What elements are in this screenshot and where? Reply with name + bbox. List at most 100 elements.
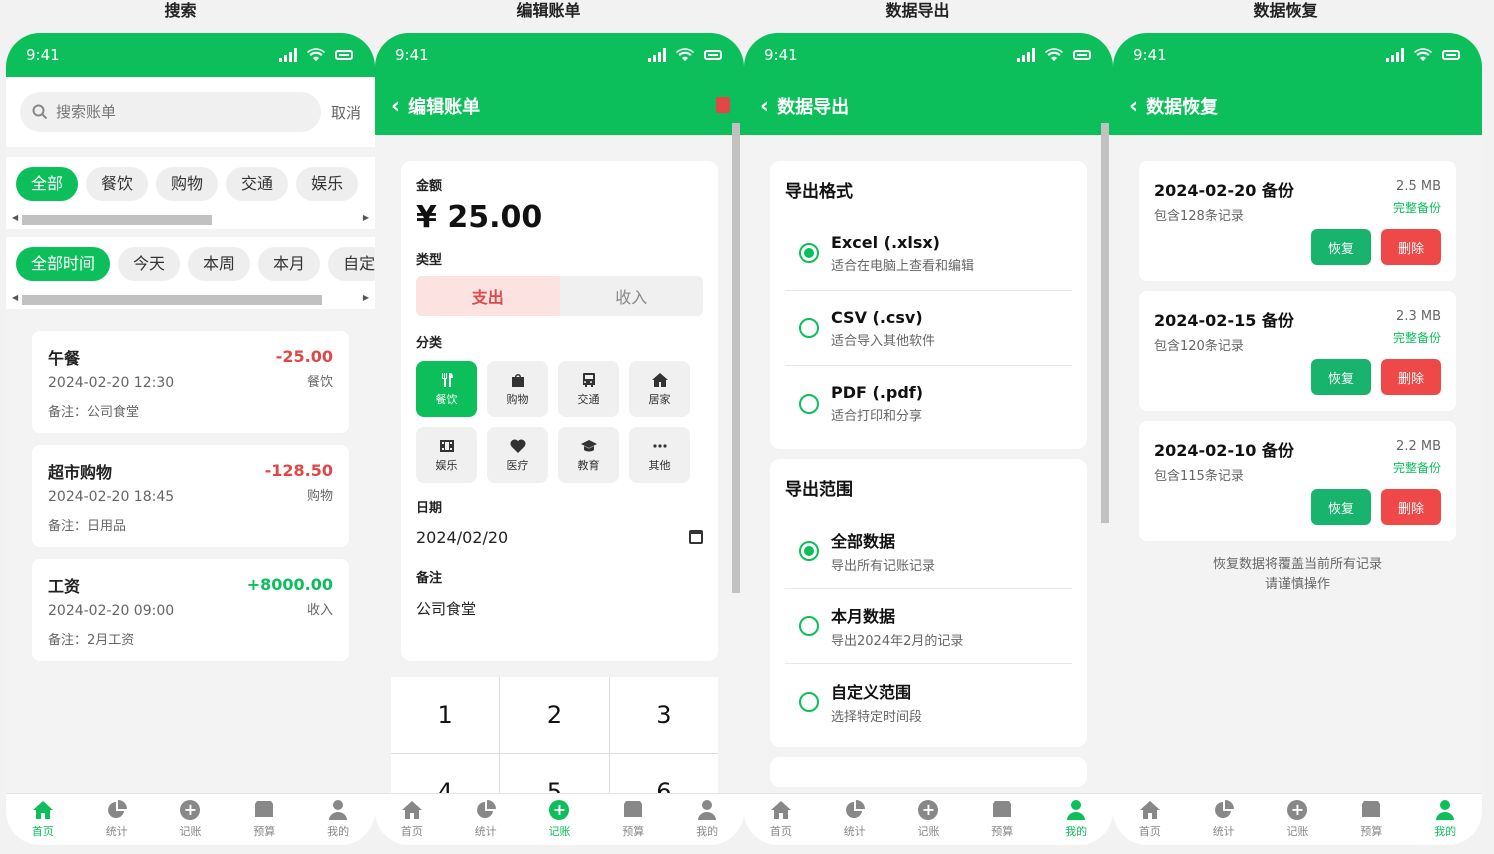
tab-profile[interactable]: 我的 bbox=[1408, 794, 1482, 845]
bill-card[interactable]: 工资 2024-02-20 09:00 备注：2月工资 +8000.00 收入 bbox=[32, 559, 349, 661]
tab-budget[interactable]: 预算 bbox=[965, 794, 1039, 845]
radio[interactable] bbox=[799, 691, 819, 712]
wallet-icon bbox=[253, 800, 275, 820]
user-icon bbox=[696, 800, 718, 820]
format-option-csv[interactable]: CSV (.csv) 适合导入其他软件 bbox=[785, 291, 1072, 366]
tab-home[interactable]: 首页 bbox=[6, 794, 80, 845]
chip-category-shopping[interactable]: 购物 bbox=[156, 167, 219, 201]
tab-stats[interactable]: 统计 bbox=[80, 794, 154, 845]
key-3[interactable]: 3 bbox=[609, 677, 718, 753]
export-format-section: 导出格式 Excel (.xlsx) 适合在电脑上查看和编辑 CSV (.csv)… bbox=[770, 161, 1087, 449]
search-input[interactable] bbox=[56, 103, 256, 121]
tab-budget[interactable]: 预算 bbox=[227, 794, 301, 845]
tab-record[interactable]: + 记账 bbox=[1261, 794, 1335, 845]
status-bar: 9:41 bbox=[1113, 33, 1482, 77]
back-icon[interactable]: ‹ bbox=[760, 94, 769, 119]
restore-button[interactable]: 恢复 bbox=[1311, 359, 1371, 395]
amount-value[interactable]: ¥ 25.00 bbox=[416, 200, 703, 235]
type-income-button[interactable]: 收入 bbox=[560, 276, 704, 316]
backup-card: 2024-02-20 备份 包含128条记录 2.5 MB 完整备份 恢复 删除 bbox=[1139, 161, 1456, 281]
restore-button[interactable]: 恢复 bbox=[1311, 489, 1371, 525]
tab-record[interactable]: + 记账 bbox=[154, 794, 228, 845]
back-icon[interactable]: ‹ bbox=[391, 94, 400, 119]
wifi-icon bbox=[1045, 48, 1063, 61]
date-input[interactable]: 2024/02/20 bbox=[416, 528, 703, 547]
delete-button[interactable]: 删除 bbox=[1381, 359, 1441, 395]
tab-bar: 首页 统计 + 记账 预算 我的 bbox=[375, 793, 744, 845]
screen-label-restore: 数据恢复 bbox=[1253, 1, 1318, 20]
delete-button[interactable]: 删除 bbox=[1381, 489, 1441, 525]
type-expense-button[interactable]: 支出 bbox=[416, 276, 560, 316]
tab-home[interactable]: 首页 bbox=[375, 794, 449, 845]
key-1[interactable]: 1 bbox=[391, 677, 500, 753]
home-icon bbox=[770, 800, 792, 820]
chip-category-all[interactable]: 全部 bbox=[16, 167, 79, 201]
note-input[interactable]: 公司食堂 bbox=[416, 598, 703, 619]
tab-home[interactable]: 首页 bbox=[1113, 794, 1187, 845]
type-toggle: 支出 收入 bbox=[416, 276, 703, 316]
category-education[interactable]: 教育 bbox=[558, 427, 619, 483]
tab-stats[interactable]: 统计 bbox=[1187, 794, 1261, 845]
tab-home[interactable]: 首页 bbox=[744, 794, 818, 845]
format-option-pdf[interactable]: PDF (.pdf) 适合打印和分享 bbox=[785, 366, 1072, 441]
category-medical[interactable]: 医疗 bbox=[487, 427, 548, 483]
chip-period-month[interactable]: 本月 bbox=[258, 247, 321, 281]
tab-profile[interactable]: 我的 bbox=[1039, 794, 1113, 845]
category-other[interactable]: 其他 bbox=[629, 427, 690, 483]
chip-period-today[interactable]: 今天 bbox=[118, 247, 181, 281]
section-title: 导出范围 bbox=[785, 480, 853, 500]
chip-category-entertainment[interactable]: 娱乐 bbox=[296, 167, 359, 201]
range-option-all[interactable]: 全部数据 导出所有记账记录 bbox=[785, 514, 1072, 589]
category-home[interactable]: 居家 bbox=[629, 361, 690, 417]
tab-stats[interactable]: 统计 bbox=[818, 794, 892, 845]
vertical-scrollbar[interactable] bbox=[732, 123, 740, 803]
tab-profile[interactable]: 我的 bbox=[670, 794, 744, 845]
plus-circle-icon: + bbox=[918, 800, 939, 820]
radio-selected[interactable] bbox=[799, 243, 819, 263]
chip-period-week[interactable]: 本周 bbox=[188, 247, 251, 281]
status-time: 9:41 bbox=[764, 46, 798, 64]
chip-category-transport[interactable]: 交通 bbox=[226, 167, 289, 201]
range-option-month[interactable]: 本月数据 导出2024年2月的记录 bbox=[785, 589, 1072, 664]
radio[interactable] bbox=[799, 616, 819, 636]
restore-button[interactable]: 恢复 bbox=[1311, 229, 1371, 265]
back-icon[interactable]: ‹ bbox=[1129, 94, 1138, 119]
range-option-custom[interactable]: 自定义范围 选择特定时间段 bbox=[785, 664, 1072, 739]
chip-category-food[interactable]: 餐饮 bbox=[86, 167, 149, 201]
horizontal-scrollbar[interactable]: ◀ ▶ bbox=[12, 213, 369, 225]
signal-icon bbox=[1386, 48, 1404, 62]
wifi-icon bbox=[676, 48, 694, 61]
bill-card[interactable]: 超市购物 2024-02-20 18:45 备注：日用品 -128.50 购物 bbox=[32, 445, 349, 547]
category-entertainment[interactable]: 娱乐 bbox=[416, 427, 477, 483]
category-transport[interactable]: 交通 bbox=[558, 361, 619, 417]
tab-record[interactable]: + 记账 bbox=[523, 794, 597, 845]
tab-budget[interactable]: 预算 bbox=[1334, 794, 1408, 845]
graduation-cap-icon bbox=[580, 438, 597, 454]
vertical-scrollbar[interactable] bbox=[1101, 123, 1109, 803]
search-box[interactable] bbox=[20, 92, 321, 132]
tab-stats[interactable]: 统计 bbox=[449, 794, 523, 845]
delete-button[interactable]: 删除 bbox=[1381, 229, 1441, 265]
tab-record[interactable]: + 记账 bbox=[892, 794, 966, 845]
backup-size: 2.5 MB bbox=[1396, 179, 1441, 194]
cancel-button[interactable]: 取消 bbox=[331, 102, 361, 123]
category-food[interactable]: 餐饮 bbox=[416, 361, 477, 417]
chip-period-custom[interactable]: 自定 bbox=[328, 247, 375, 281]
category-shopping[interactable]: 购物 bbox=[487, 361, 548, 417]
radio-selected[interactable] bbox=[799, 541, 819, 561]
battery-icon bbox=[335, 50, 353, 60]
radio[interactable] bbox=[799, 393, 819, 414]
phone-edit: 9:41 ‹ 编辑账单 金额 ¥ 25.00 类型 支出 收入 分类 餐饮 购物… bbox=[375, 33, 744, 845]
utensils-icon bbox=[439, 372, 455, 388]
bill-card[interactable]: 午餐 2024-02-20 12:30 备注：公司食堂 -25.00 餐饮 bbox=[32, 331, 349, 433]
calendar-icon[interactable] bbox=[689, 530, 703, 544]
horizontal-scrollbar[interactable]: ◀ ▶ bbox=[12, 293, 369, 305]
tab-profile[interactable]: 我的 bbox=[301, 794, 375, 845]
date-label: 日期 bbox=[416, 501, 443, 516]
key-2[interactable]: 2 bbox=[500, 677, 609, 753]
chip-period-all[interactable]: 全部时间 bbox=[16, 247, 111, 281]
radio[interactable] bbox=[799, 318, 819, 338]
tab-budget[interactable]: 预算 bbox=[596, 794, 670, 845]
trash-icon[interactable] bbox=[716, 97, 730, 113]
format-option-excel[interactable]: Excel (.xlsx) 适合在电脑上查看和编辑 bbox=[785, 216, 1072, 291]
